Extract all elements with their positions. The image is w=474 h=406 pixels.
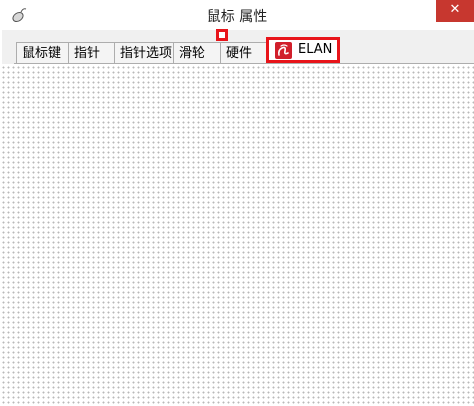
tab-elan-label: ELAN — [298, 42, 333, 57]
title-bar[interactable]: 鼠标 属性 ✕ — [0, 0, 474, 30]
tab-pointer-options[interactable]: 指针选项 — [114, 42, 174, 64]
highlight-marker — [216, 29, 228, 41]
tab-wheel[interactable]: 滑轮 — [173, 42, 221, 64]
close-icon: ✕ — [449, 2, 461, 17]
close-button[interactable]: ✕ — [436, 0, 474, 22]
elan-logo-icon — [275, 42, 292, 59]
tab-strip: 鼠标键 指针 指针选项 滑轮 硬件 — [16, 42, 474, 64]
tab-pointers[interactable]: 指针 — [68, 42, 115, 64]
window-title: 鼠标 属性 — [206, 9, 268, 25]
tab-buttons[interactable]: 鼠标键 — [16, 42, 69, 64]
tab-content-area — [0, 64, 474, 406]
tab-elan[interactable]: ELAN — [266, 37, 340, 63]
tab-hardware[interactable]: 硬件 — [220, 42, 268, 64]
